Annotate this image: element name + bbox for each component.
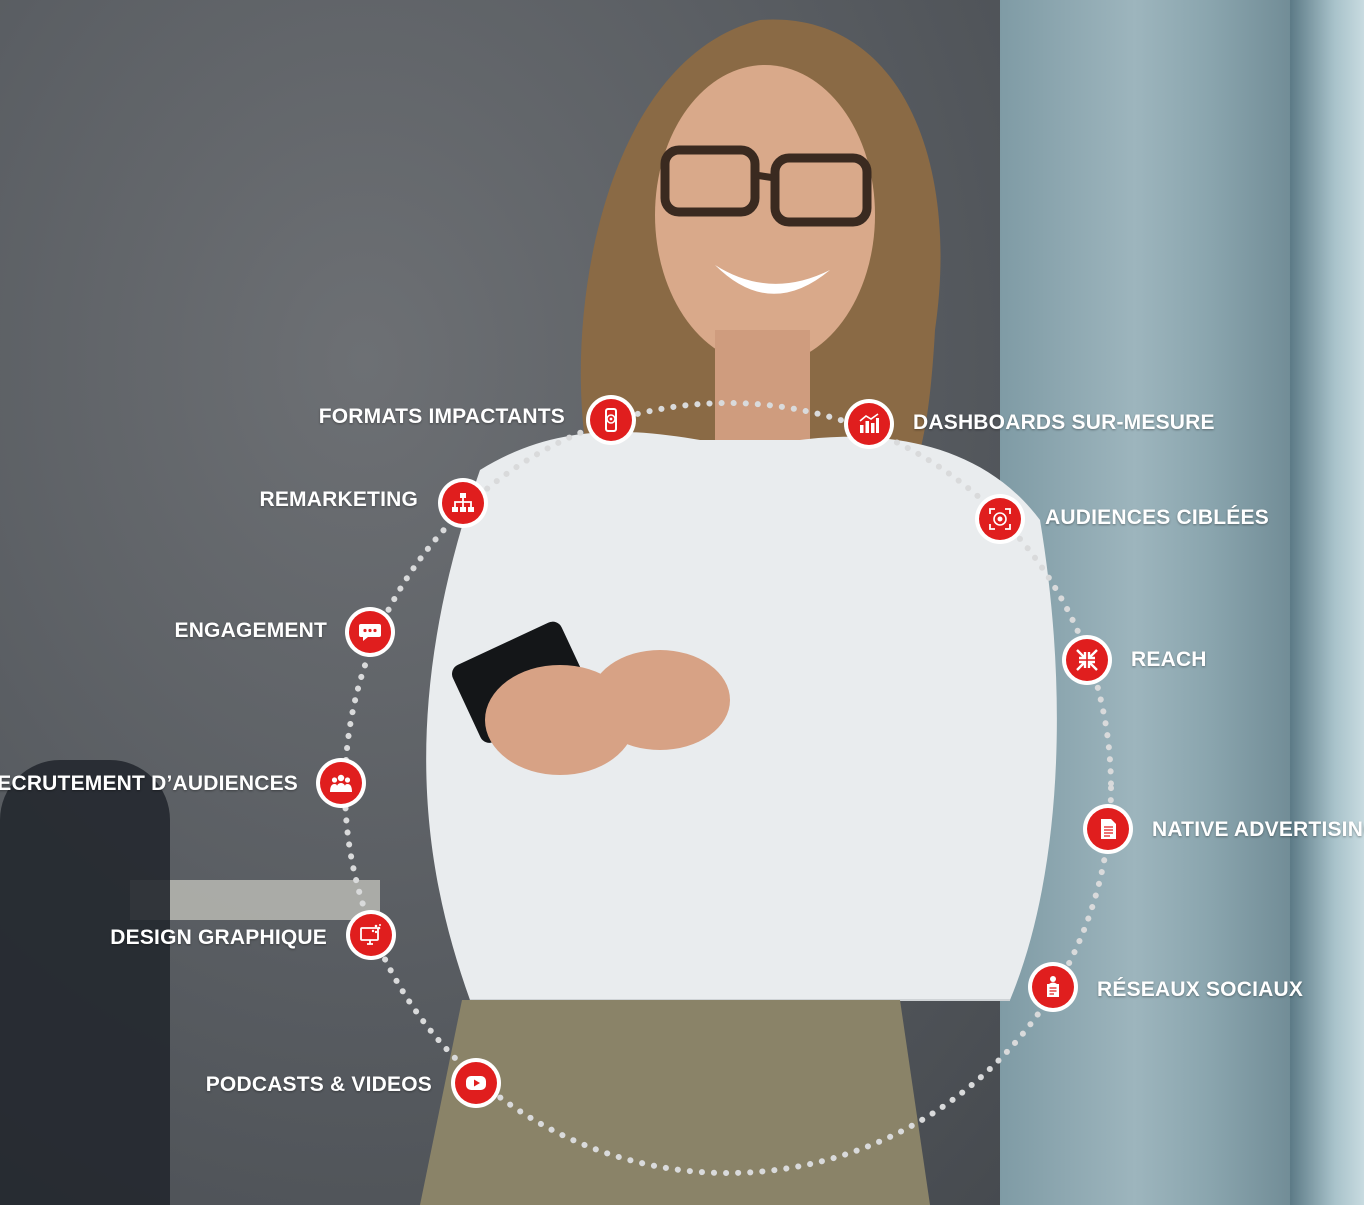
remarketing-button[interactable]: [438, 478, 488, 528]
reseaux-sociaux-label: RÉSEAUX SOCIAUX: [1097, 978, 1304, 1001]
dashboards-sur-mesure-button[interactable]: [844, 399, 894, 449]
formats-impactants-button[interactable]: [586, 395, 636, 445]
mobile-target-icon: [590, 399, 632, 441]
native-advertising-button[interactable]: [1083, 804, 1133, 854]
reach-button[interactable]: [1062, 635, 1112, 685]
arrows-in-icon: [1066, 639, 1108, 681]
reach-label: REACH: [1131, 648, 1207, 671]
audiences-ciblees-button[interactable]: [975, 494, 1025, 544]
podcasts-videos-button[interactable]: [451, 1058, 501, 1108]
design-graphique-label: DESIGN GRAPHIQUE: [110, 926, 327, 949]
bar-chart-icon: [848, 403, 890, 445]
background-column: [1000, 0, 1300, 1205]
target-icon: [979, 498, 1021, 540]
audiences-ciblees-label: AUDIENCES CIBLÉES: [1045, 506, 1269, 529]
native-advertising-label: NATIVE ADVERTISING: [1152, 818, 1364, 841]
recrutement-audiences-button[interactable]: [316, 758, 366, 808]
podcasts-videos-label: PODCASTS & VIDEOS: [205, 1073, 432, 1096]
chat-bubble-icon: [349, 611, 391, 653]
design-graphique-button[interactable]: [346, 910, 396, 960]
play-button-icon: [455, 1062, 497, 1104]
background-window: [1290, 0, 1364, 1205]
people-group-icon: [320, 762, 362, 804]
hero-photo: FORMATS IMPACTANTS DASHBOARDS SUR-MESURE…: [0, 0, 1364, 1205]
recrutement-audiences-label: RECRUTEMENT D’AUDIENCES: [0, 772, 298, 795]
remarketing-label: REMARKETING: [259, 488, 418, 511]
background-chair: [0, 760, 170, 1205]
engagement-button[interactable]: [345, 607, 395, 657]
monitor-design-icon: [350, 914, 392, 956]
reseaux-sociaux-button[interactable]: [1028, 962, 1078, 1012]
engagement-label: ENGAGEMENT: [174, 619, 327, 642]
sitemap-icon: [442, 482, 484, 524]
document-icon: [1087, 808, 1129, 850]
formats-impactants-label: FORMATS IMPACTANTS: [318, 405, 565, 428]
dashboards-sur-mesure-label: DASHBOARDS SUR-MESURE: [913, 411, 1215, 434]
profile-card-icon: [1032, 966, 1074, 1008]
